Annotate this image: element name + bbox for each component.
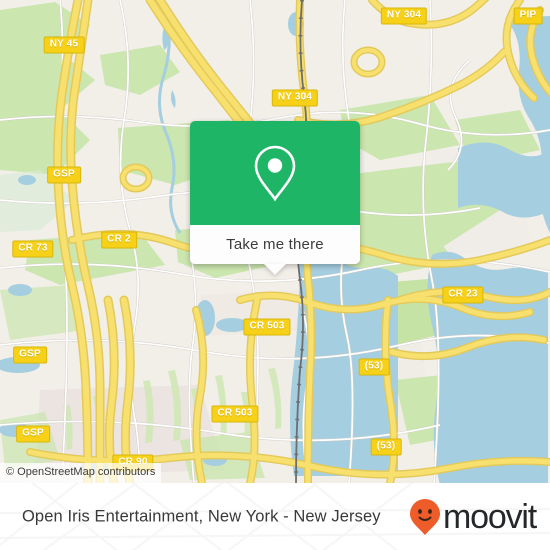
card-pointer-tail — [264, 264, 286, 275]
take-me-there-card[interactable]: Take me there — [190, 121, 360, 275]
road-shield: CR 73 — [12, 240, 54, 258]
road-shield: CR 23 — [442, 286, 484, 304]
moovit-wordmark: moovit — [443, 497, 537, 536]
road-shield: (53) — [370, 438, 402, 456]
footer-bar: Open Iris Entertainment, New York - New … — [0, 483, 550, 550]
road-shield: PIP — [513, 7, 543, 25]
moovit-smiley-pin-icon — [410, 498, 441, 535]
road-shield: GSP — [16, 425, 50, 443]
moovit-map-screenshot: NY 45 NY 304 NY 304 PIP GSP CR 73 CR 2 CR 23 CR … — [0, 0, 550, 550]
osm-attribution[interactable]: © OpenStreetMap contributors — [0, 463, 162, 483]
road-shield: (53) — [358, 358, 390, 376]
road-shield: CR 2 — [101, 231, 137, 249]
road-shield: GSP — [13, 346, 47, 364]
road-shield: GSP — [47, 166, 81, 184]
card-pin-area — [190, 121, 360, 225]
take-me-there-label[interactable]: Take me there — [190, 225, 360, 264]
location-pin-icon — [254, 145, 296, 202]
road-shield: CR 503 — [211, 405, 259, 423]
place-title: Open Iris Entertainment, New York - New … — [22, 507, 381, 525]
road-shield: NY 45 — [43, 36, 85, 54]
moovit-brand[interactable]: moovit — [408, 497, 537, 537]
road-shield: NY 304 — [380, 7, 428, 25]
road-shield: CR 503 — [243, 318, 291, 336]
road-shield: NY 304 — [271, 89, 319, 107]
